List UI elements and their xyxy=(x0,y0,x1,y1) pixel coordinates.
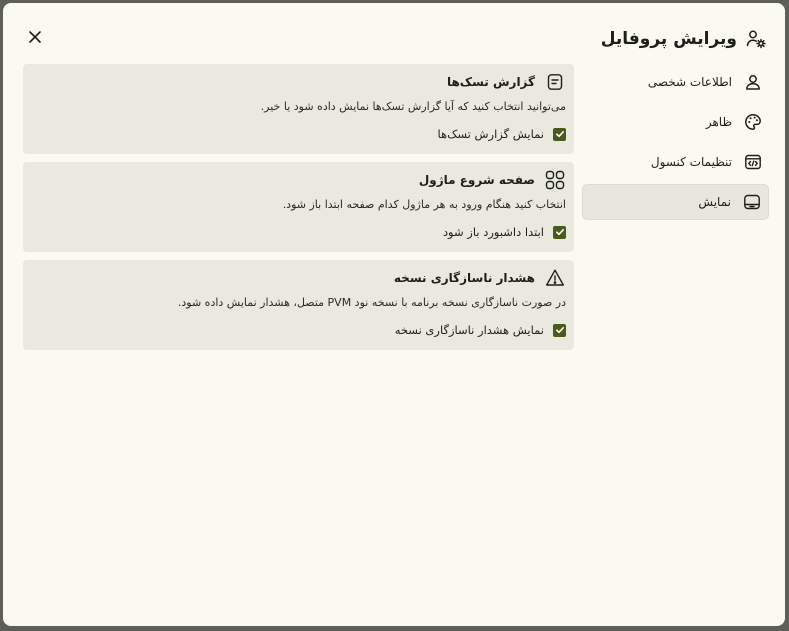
sidebar-item-label: تنظیمات کنسول xyxy=(650,155,732,169)
card-header: صفحه شروع ماژول xyxy=(419,169,566,191)
warning-icon xyxy=(544,267,566,289)
task-report-card: گزارش تسک‌ها می‌توانید انتخاب کنید که آی… xyxy=(23,64,574,154)
open-dashboard-first-checkbox[interactable]: ابتدا داشبورد باز شود xyxy=(443,224,566,240)
sidebar-item-label: اطلاعات شخصی xyxy=(647,75,732,89)
show-version-warning-checkbox[interactable]: نمایش هشدار ناسازگاری نسخه xyxy=(395,322,566,338)
card-header: گزارش تسک‌ها xyxy=(447,71,566,93)
checkbox-label: نمایش هشدار ناسازگاری نسخه xyxy=(394,323,544,337)
show-task-report-checkbox[interactable]: نمایش گزارش تسک‌ها xyxy=(438,126,566,142)
checkbox-label: ابتدا داشبورد باز شود xyxy=(442,225,544,239)
user-settings-icon xyxy=(745,28,767,50)
card-header: هشدار ناسازگاری نسخه xyxy=(394,267,566,289)
checkbox-checked[interactable] xyxy=(553,225,566,239)
sidebar-item-console-settings[interactable]: تنظیمات کنسول xyxy=(582,144,769,180)
settings-sidebar: اطلاعات شخصی ظاهر تنظیمات کنسول نمایش xyxy=(582,64,769,224)
card-description: می‌توانید انتخاب کنید که آیا گزارش تسک‌ه… xyxy=(260,100,566,113)
note-icon xyxy=(544,71,566,93)
dialog-title: ویرایش پروفایل xyxy=(600,29,737,49)
display-icon xyxy=(742,192,762,212)
palette-icon xyxy=(743,112,763,132)
card-description: انتخاب کنید هنگام ورود به هر ماژول کدام … xyxy=(282,198,566,211)
sidebar-item-display[interactable]: نمایش xyxy=(582,184,769,220)
checkbox-checked[interactable] xyxy=(553,127,566,141)
card-description: در صورت ناسازگاری نسخه برنامه با نسخه نو… xyxy=(177,296,566,309)
sidebar-item-appearance[interactable]: ظاهر xyxy=(582,104,769,140)
code-window-icon xyxy=(743,152,763,172)
user-icon xyxy=(743,72,763,92)
dialog-header: ویرایش پروفایل xyxy=(601,25,767,53)
card-title: صفحه شروع ماژول xyxy=(418,173,535,187)
edit-profile-dialog: ویرایش پروفایل اطلاعات شخصی ظاهر تنظیمات… xyxy=(3,3,785,626)
sidebar-item-label: ظاهر xyxy=(705,115,732,129)
version-mismatch-warning-card: هشدار ناسازگاری نسخه در صورت ناسازگاری ن… xyxy=(23,260,574,350)
checkbox-checked[interactable] xyxy=(553,323,566,337)
close-icon xyxy=(28,30,42,44)
checkbox-label: نمایش گزارش تسک‌ها xyxy=(437,127,544,141)
sidebar-item-personal-info[interactable]: اطلاعات شخصی xyxy=(582,64,769,100)
module-start-page-card: صفحه شروع ماژول انتخاب کنید هنگام ورود ب… xyxy=(23,162,574,252)
grid-icon xyxy=(544,169,566,191)
sidebar-item-label: نمایش xyxy=(698,195,731,209)
close-button[interactable] xyxy=(23,25,47,49)
card-title: گزارش تسک‌ها xyxy=(446,75,535,89)
display-settings-panel: گزارش تسک‌ها می‌توانید انتخاب کنید که آی… xyxy=(23,64,574,358)
card-title: هشدار ناسازگاری نسخه xyxy=(393,271,535,285)
